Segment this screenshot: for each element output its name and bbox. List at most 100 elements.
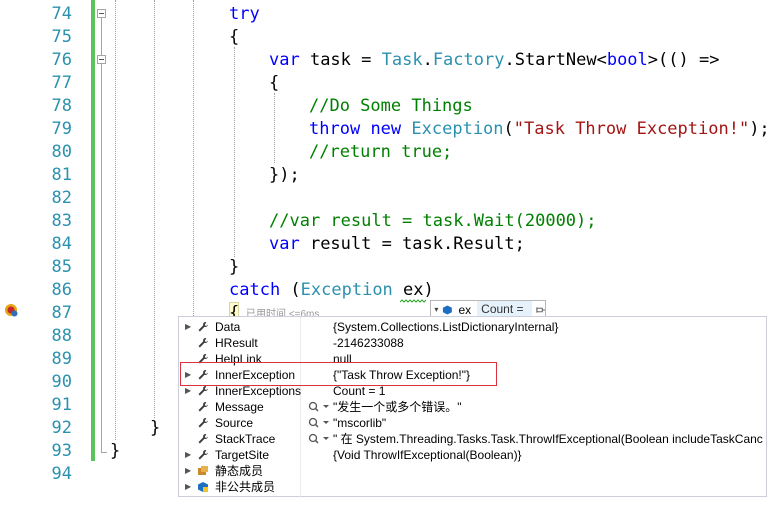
code-text: >(() => [647, 50, 720, 70]
member-name: TargetSite [215, 448, 270, 462]
brace: } [110, 441, 121, 461]
text-visualizer-icon[interactable] [305, 415, 331, 431]
expand-arrow-icon[interactable]: ▶ [185, 319, 191, 335]
type-name: Task [381, 50, 423, 70]
line-number: 74 [51, 4, 72, 24]
exception-break-icon [5, 304, 18, 317]
collapse-icon[interactable] [97, 9, 106, 18]
member-name: StackTrace [215, 432, 276, 446]
datatip-row[interactable]: Message "发生一个或多个错误。" [179, 399, 767, 415]
line-number: 85 [51, 257, 72, 277]
indent-guide [115, 0, 116, 440]
comment: //var result = task.Wait(20000); [269, 211, 597, 231]
member-value[interactable]: {Void ThrowIfExceptional(Boolean)} [333, 447, 763, 463]
brace: } [229, 257, 240, 277]
brace: } [150, 418, 161, 438]
expand-arrow-icon[interactable]: ▶ [185, 479, 191, 495]
code-line-75: { [229, 26, 239, 49]
code-line-78: //Do Some Things [309, 95, 473, 118]
static-members-icon [198, 466, 208, 475]
datatip-row[interactable]: HResult -2146233088 [179, 335, 767, 351]
code-line-77: { [269, 72, 279, 95]
code-line-84: var result = task.Result; [269, 233, 525, 256]
expand-arrow-icon[interactable]: ▶ [185, 463, 191, 479]
datatip-row[interactable]: ▶ 静态成员 [179, 463, 767, 479]
datatip-row[interactable]: Source "mscorlib" [179, 415, 767, 431]
type-name: Exception [411, 119, 504, 139]
code-editor[interactable]: 74 75 76 77 78 79 80 81 82 83 84 85 86 8… [0, 0, 767, 507]
line-number: 83 [51, 211, 72, 231]
keyword: new [370, 119, 402, 139]
code-line-81: }); [269, 164, 300, 187]
wrench-icon [198, 386, 208, 396]
string-literal: "Task Throw Exception!" [513, 119, 750, 139]
member-value[interactable]: " 在 System.Threading.Tasks.Task.ThrowIfE… [333, 431, 763, 447]
member-name: Data [215, 320, 241, 334]
text-visualizer-icon[interactable] [305, 431, 331, 447]
datatip-row[interactable]: ▶ Data {System.Collections.ListDictionar… [179, 319, 767, 335]
breakpoint-margin[interactable] [0, 0, 20, 507]
code-text: ( [280, 280, 301, 300]
outline-end [101, 452, 107, 453]
line-number: 81 [51, 165, 72, 185]
text-visualizer-icon[interactable] [305, 399, 331, 415]
keyword: var [269, 234, 300, 254]
wrench-icon [198, 322, 208, 332]
datatip-row[interactable]: ▶ 非公共成员 [179, 479, 767, 495]
pin-icon[interactable] [536, 305, 545, 315]
member-value[interactable]: "发生一个或多个错误。" [333, 399, 763, 415]
line-number: 86 [51, 280, 72, 300]
code-text: .StartNew< [504, 50, 607, 70]
keyword: throw [309, 119, 361, 139]
indent-guide [154, 0, 155, 418]
keyword: bool [606, 50, 648, 70]
line-number: 78 [51, 96, 72, 116]
type-name: Factory [432, 50, 505, 70]
line-number: 92 [51, 418, 72, 438]
type-name: Exception [300, 280, 393, 300]
line-number: 88 [51, 326, 72, 346]
line-number: 84 [51, 234, 72, 254]
member-value[interactable]: -2146233088 [333, 335, 763, 351]
member-name: HResult [215, 336, 258, 350]
member-value[interactable]: {System.Collections.ListDictionaryIntern… [333, 319, 763, 335]
code-text: ex) [392, 280, 434, 300]
datatip-row[interactable]: ▶ TargetSite {Void ThrowIfExceptional(Bo… [179, 447, 767, 463]
code-line-92: } [150, 417, 160, 440]
datatip-row[interactable]: StackTrace " 在 System.Threading.Tasks.Ta… [179, 431, 767, 447]
code-line-80: //return true; [309, 141, 452, 164]
code-line-85: } [229, 256, 239, 279]
collapse-icon[interactable] [97, 55, 106, 64]
datatip-members-panel[interactable]: ▶ Data {System.Collections.ListDictionar… [178, 316, 767, 498]
expand-arrow-icon[interactable]: ▾ [431, 305, 442, 314]
line-number: 91 [51, 395, 72, 415]
member-name: 非公共成员 [215, 480, 276, 494]
warning-squiggle [400, 299, 426, 303]
code-text: }); [269, 165, 300, 185]
annotation-highlight-box [180, 362, 497, 386]
brace: { [229, 27, 240, 47]
member-name: 静态成员 [215, 464, 264, 478]
member-name: Message [215, 400, 264, 414]
datatip-variable-name: ex [458, 302, 472, 317]
indent-guide [274, 93, 275, 163]
expand-arrow-icon[interactable]: ▶ [185, 447, 191, 463]
code-line-74: try [229, 3, 260, 26]
nonpublic-members-icon [198, 482, 208, 492]
keyword: catch [229, 280, 281, 300]
code-text: ); [749, 119, 767, 139]
indent-guide [234, 47, 235, 257]
member-value[interactable]: "mscorlib" [333, 415, 763, 431]
line-number: 94 [51, 464, 72, 484]
member-name: Source [215, 416, 254, 430]
wrench-icon [198, 402, 208, 412]
keyword: var [269, 50, 300, 70]
wrench-icon [198, 450, 208, 460]
line-number: 89 [51, 349, 72, 369]
line-number: 90 [51, 372, 72, 392]
comment: //Do Some Things [309, 96, 473, 116]
outline-line [101, 18, 102, 55]
code-line-83: //var result = task.Wait(20000); [269, 210, 597, 233]
code-line-79: throw new Exception("Task Throw Exceptio… [309, 118, 767, 141]
wrench-icon [198, 434, 208, 444]
